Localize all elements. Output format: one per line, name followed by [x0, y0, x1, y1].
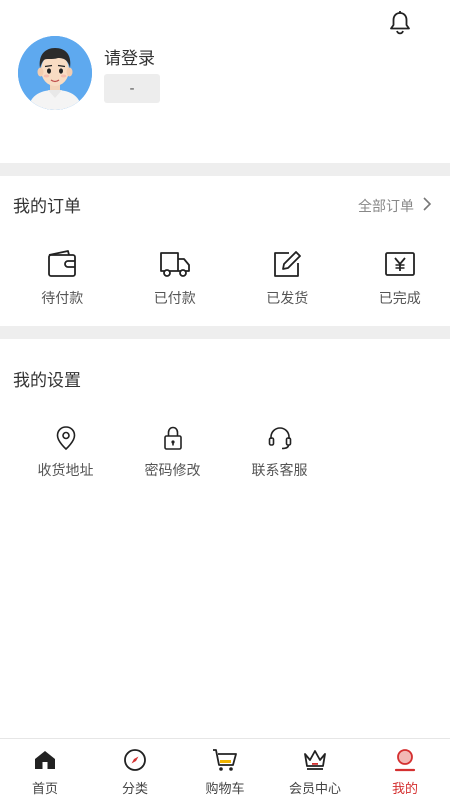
user-icon	[391, 747, 419, 773]
order-item-label: 已发货	[266, 291, 309, 307]
setting-item-address[interactable]: 收货地址	[12, 424, 119, 480]
order-status-row: 待付款 已付款 已发货 已完成	[0, 248, 450, 308]
tab-cart[interactable]: 购物车	[180, 739, 270, 800]
section-divider	[0, 163, 450, 176]
tab-member-center[interactable]: 会员中心	[270, 739, 360, 800]
all-orders-label: 全部订单	[358, 199, 414, 215]
settings-row: 收货地址 密码修改 联系客服	[12, 424, 333, 480]
setting-item-label: 收货地址	[37, 463, 94, 479]
truck-icon	[157, 248, 193, 280]
location-pin-icon	[52, 424, 80, 452]
setting-item-label: 密码修改	[144, 463, 201, 479]
tab-label: 分类	[121, 782, 148, 797]
all-orders-link[interactable]: 全部订单	[358, 196, 432, 216]
setting-item-customer-service[interactable]: 联系客服	[226, 424, 333, 480]
order-item-paid[interactable]: 已付款	[125, 248, 226, 308]
order-item-completed[interactable]: 已完成	[350, 248, 450, 308]
orders-title: 我的订单	[13, 197, 81, 217]
profile-header: 请登录 -	[0, 0, 450, 163]
tab-category[interactable]: 分类	[90, 739, 180, 800]
section-divider	[0, 326, 450, 339]
level-badge: -	[104, 74, 160, 103]
tab-home[interactable]: 首页	[0, 739, 90, 800]
yen-icon	[382, 248, 418, 280]
order-item-shipped[interactable]: 已发货	[237, 248, 338, 308]
tab-label: 首页	[31, 782, 58, 797]
bottom-tab-bar: 首页 分类 购物车 会员中心 我的	[0, 738, 450, 800]
order-item-pending-payment[interactable]: 待付款	[12, 248, 113, 308]
setting-item-password[interactable]: 密码修改	[119, 424, 226, 480]
cart-icon	[211, 747, 239, 773]
settings-title: 我的设置	[13, 371, 81, 391]
crown-icon	[301, 747, 329, 773]
order-item-label: 待付款	[41, 291, 84, 307]
chevron-right-icon	[422, 196, 432, 216]
headset-icon	[266, 424, 294, 452]
tab-label: 购物车	[205, 782, 245, 797]
home-icon	[31, 747, 59, 773]
login-prompt[interactable]: 请登录	[104, 44, 155, 69]
compass-icon	[121, 747, 149, 773]
lock-icon	[159, 424, 187, 452]
tab-mine[interactable]: 我的	[360, 739, 450, 800]
bell-icon[interactable]	[386, 9, 414, 37]
avatar[interactable]	[18, 36, 92, 110]
order-item-label: 已付款	[153, 291, 196, 307]
setting-item-label: 联系客服	[251, 463, 308, 479]
tab-label: 我的	[391, 782, 418, 797]
edit-icon	[269, 248, 305, 280]
wallet-icon	[44, 248, 80, 280]
tab-label: 会员中心	[288, 782, 341, 797]
order-item-label: 已完成	[378, 291, 421, 307]
